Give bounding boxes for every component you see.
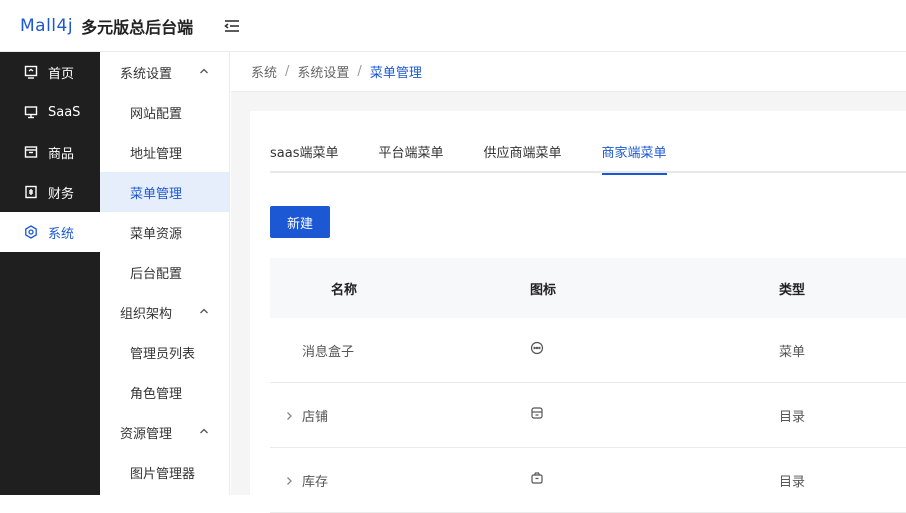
sub-item-menu-management[interactable]: 菜单管理 <box>100 172 229 212</box>
sub-item-address[interactable]: 地址管理 <box>100 132 229 172</box>
sidebar-item-saas[interactable]: SaaS <box>0 92 100 132</box>
table-row[interactable]: 库存 目录 <box>270 448 906 513</box>
cell-icon <box>470 341 670 359</box>
cell-name: 店铺 <box>270 406 470 425</box>
group-title-label: 资源管理 <box>120 426 173 442</box>
sub-item-admin-list[interactable]: 管理员列表 <box>100 332 229 372</box>
cell-name: 消息盒子 <box>302 344 355 360</box>
table-row[interactable]: 店铺 目录 <box>270 383 906 448</box>
logo-mark: Mall4j <box>20 16 74 36</box>
table-row[interactable]: 消息盒子 菜单 <box>270 318 906 383</box>
cell-name-text: 库存 <box>302 474 329 490</box>
table-header: 名称 图标 类型 <box>270 258 906 318</box>
package-icon <box>530 471 544 489</box>
sub-item-image-manager[interactable]: 图片管理器 <box>100 452 229 492</box>
cell-icon <box>470 406 670 424</box>
chat-icon <box>530 341 544 359</box>
chevron-right-icon[interactable] <box>284 475 294 485</box>
cell-type: 菜单 <box>779 344 806 360</box>
sidebar-item-system[interactable]: 系统 <box>0 212 100 252</box>
sub-item-backend-config[interactable]: 后台配置 <box>100 252 229 292</box>
monitor-icon <box>24 65 38 79</box>
breadcrumb-separator: / <box>357 64 362 79</box>
column-header-type: 类型 <box>779 282 806 298</box>
cell-icon <box>470 471 670 489</box>
breadcrumb: 系统 / 系统设置 / 菜单管理 <box>231 52 906 92</box>
group-organization[interactable]: 组织架构 <box>100 292 229 332</box>
cell-type: 目录 <box>779 474 806 490</box>
sidebar-item-label: SaaS <box>48 104 81 120</box>
cell-type: 目录 <box>779 409 806 425</box>
logo[interactable]: Mall4j 多元版总后台端 <box>20 13 193 39</box>
content-card: saas端菜单 平台端菜单 供应商端菜单 商家端菜单 新建 名称 图标 类型 消… <box>250 111 906 513</box>
sidebar-item-home[interactable]: 首页 <box>0 52 100 92</box>
wallet-icon <box>24 185 38 199</box>
group-title-label: 系统设置 <box>120 66 173 82</box>
sidebar-item-label: 商品 <box>48 146 75 162</box>
sidebar-item-label: 财务 <box>48 186 75 202</box>
group-system-settings[interactable]: 系统设置 <box>100 52 229 92</box>
sidebar-item-finance[interactable]: 财务 <box>0 172 100 212</box>
sub-item-site-config[interactable]: 网站配置 <box>100 92 229 132</box>
menu-table: 名称 图标 类型 消息盒子 菜单 店铺 目录 库存 目录 <box>270 258 906 513</box>
breadcrumb-item[interactable]: 系统设置 <box>297 62 349 81</box>
shop-icon <box>530 406 544 424</box>
top-header: Mall4j 多元版总后台端 <box>0 0 906 52</box>
menu-collapse-icon[interactable] <box>222 16 242 36</box>
new-button[interactable]: 新建 <box>270 206 330 238</box>
tab-supplier-menu[interactable]: 供应商端菜单 <box>484 143 562 173</box>
chevron-up-icon <box>199 425 209 440</box>
breadcrumb-item[interactable]: 系统 <box>251 62 277 81</box>
chevron-up-icon <box>199 305 209 320</box>
secondary-sidebar: 系统设置 网站配置 地址管理 菜单管理 菜单资源 后台配置 组织架构 管理员列表… <box>100 52 230 495</box>
cell-name: 库存 <box>270 471 470 490</box>
sidebar-item-goods[interactable]: 商品 <box>0 132 100 172</box>
chevron-right-icon[interactable] <box>284 410 294 420</box>
column-header-name: 名称 <box>331 282 358 298</box>
sidebar-item-label: 首页 <box>48 66 75 82</box>
breadcrumb-separator: / <box>285 64 290 79</box>
menu-tabs: saas端菜单 平台端菜单 供应商端菜单 商家端菜单 <box>270 143 906 175</box>
group-resources[interactable]: 资源管理 <box>100 412 229 452</box>
sidebar-item-label: 系统 <box>48 226 75 242</box>
tab-saas-menu[interactable]: saas端菜单 <box>270 143 338 173</box>
group-title-label: 组织架构 <box>120 306 173 322</box>
tab-merchant-menu[interactable]: 商家端菜单 <box>601 143 667 175</box>
sub-item-role-management[interactable]: 角色管理 <box>100 372 229 412</box>
sub-item-menu-resource[interactable]: 菜单资源 <box>100 212 229 252</box>
chevron-up-icon <box>199 65 209 80</box>
main-content: 系统 / 系统设置 / 菜单管理 saas端菜单 平台端菜单 供应商端菜单 商家… <box>231 52 906 513</box>
primary-sidebar: 首页 SaaS 商品 财务 系统 <box>0 52 100 495</box>
breadcrumb-current: 菜单管理 <box>369 66 422 81</box>
app-title: 多元版总后台端 <box>81 18 194 37</box>
tab-platform-menu[interactable]: 平台端菜单 <box>378 143 443 173</box>
column-header-icon: 图标 <box>530 282 557 298</box>
gear-icon <box>24 225 38 239</box>
computer-icon <box>24 105 38 119</box>
box-icon <box>24 145 38 159</box>
cell-name-text: 店铺 <box>302 409 329 425</box>
